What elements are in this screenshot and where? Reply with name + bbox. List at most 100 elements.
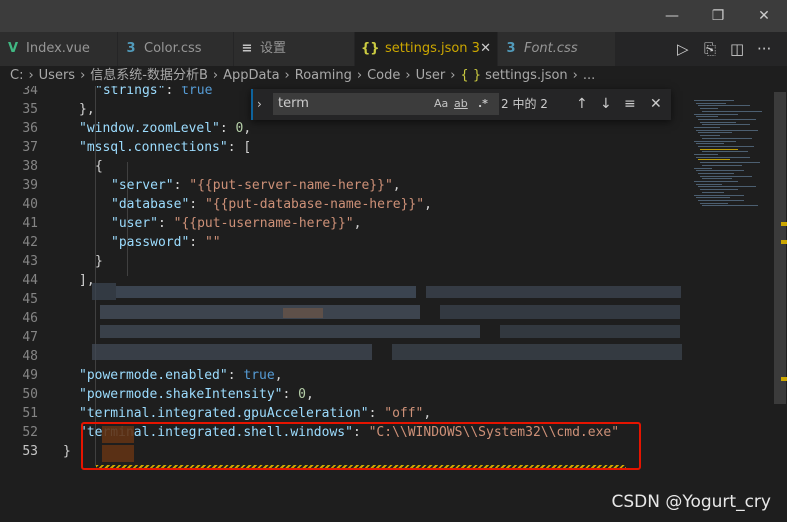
minimap-line	[696, 197, 730, 199]
blurred-content	[92, 344, 372, 360]
match-case-icon[interactable]: Aa	[434, 93, 448, 115]
minimap-line	[694, 140, 736, 142]
line-number: 43	[22, 254, 38, 269]
chevron-right-icon: ›	[212, 68, 219, 83]
chevron-right-icon: ›	[284, 68, 290, 83]
code-text: "terminal.integrated.gpuAcceleration": "…	[79, 406, 432, 421]
breadcrumb-item[interactable]: ...	[583, 68, 595, 83]
vue-icon: V	[7, 41, 19, 56]
scrollbar-thumb[interactable]	[774, 92, 786, 404]
line-number: 45	[22, 292, 38, 307]
scroll-marker	[781, 240, 787, 244]
minimap-line	[694, 100, 734, 101]
tab-index-vue[interactable]: V Index.vue	[0, 32, 118, 66]
breadcrumb-item[interactable]: Roaming	[295, 68, 352, 83]
breadcrumb: C: › Users › 信息系统-数据分析B › AppData › Roaming › Code…	[0, 66, 787, 86]
maximize-button[interactable]: ❐	[695, 0, 741, 32]
toggle-replace-icon[interactable]: ›	[257, 89, 262, 120]
minimap-line	[696, 143, 724, 145]
breadcrumb-item[interactable]: C:	[10, 68, 23, 83]
line-number: 51	[22, 406, 38, 421]
close-find-icon[interactable]: ✕	[650, 89, 662, 120]
next-match-icon[interactable]: ↓	[600, 89, 612, 120]
minimap-line	[698, 159, 730, 161]
chevron-right-icon: ›	[356, 68, 363, 83]
tab-settings-json[interactable]: {} settings.json 3 ✕	[355, 32, 498, 66]
breadcrumb-item[interactable]: Code	[367, 68, 400, 83]
split-editor-icon[interactable]: ◫	[730, 32, 744, 66]
watermark: CSDN @Yogurt_cry	[611, 492, 771, 512]
code-line[interactable]: 40 "database": "{{put-database-name-here}…	[0, 195, 690, 214]
breadcrumb-item[interactable]: User	[416, 68, 446, 83]
minimap-line	[700, 121, 736, 123]
code-line[interactable]: 39 "server": "{{put-server-name-here}}",	[0, 176, 690, 195]
breadcrumb-item[interactable]: 信息系统-数据分析B	[90, 68, 208, 83]
tab-bar: V Index.vue 3 Color.css ≡ 设置 {} settings.jso…	[0, 32, 787, 66]
code-text: "strings": true	[95, 86, 213, 98]
whole-word-icon[interactable]: ab	[454, 93, 468, 115]
breadcrumb-item[interactable]: Users	[39, 68, 75, 83]
json-icon: { }	[460, 68, 482, 83]
code-line[interactable]: 51 "terminal.integrated.gpuAcceleration":…	[0, 404, 690, 423]
minimap[interactable]	[690, 86, 774, 522]
code-text: "password": ""	[111, 235, 221, 250]
code-text: }	[95, 254, 103, 269]
breadcrumb-item[interactable]: AppData	[223, 68, 279, 83]
breadcrumb-item[interactable]: settings.json	[485, 68, 568, 83]
code-line[interactable]: 43}	[0, 252, 690, 271]
open-changes-icon[interactable]: ⎘	[704, 32, 716, 66]
minimap-line	[698, 105, 750, 107]
minimap-line	[694, 167, 712, 169]
run-icon[interactable]: ▷	[677, 32, 689, 66]
code-line[interactable]: 36 "window.zoomLevel": 0,	[0, 119, 690, 138]
minimap-line	[696, 116, 718, 118]
blurred-content	[283, 308, 323, 318]
find-in-selection-icon[interactable]: ≡	[624, 89, 636, 120]
code-text: {	[95, 159, 103, 174]
minimap-line	[700, 148, 738, 150]
code-line[interactable]: 49 "powermode.enabled": true,	[0, 366, 690, 385]
line-number: 41	[22, 216, 38, 231]
minimap-line	[698, 172, 734, 174]
blurred-content	[392, 344, 682, 360]
minimap-line	[702, 191, 724, 193]
minimap-line	[700, 108, 718, 110]
file-icon: ≡	[241, 41, 253, 56]
code-line[interactable]: 50 "powermode.shakeIntensity": 0,	[0, 385, 690, 404]
close-window-button[interactable]: ✕	[741, 0, 787, 32]
tab-settings-ui[interactable]: ≡ 设置	[234, 32, 355, 66]
code-line[interactable]: 38 {	[0, 157, 690, 176]
line-number: 53	[22, 444, 38, 459]
minimap-line	[698, 145, 754, 147]
json-icon: {}	[361, 41, 380, 56]
match-count: 2 中的 2	[501, 97, 548, 111]
line-number: 50	[22, 387, 38, 402]
minimap-line	[698, 132, 732, 134]
regex-icon[interactable]: .*	[478, 93, 488, 115]
blurred-content	[440, 305, 680, 319]
previous-match-icon[interactable]: ↑	[576, 89, 588, 120]
more-actions-icon[interactable]: ···	[757, 32, 771, 66]
line-number: 37	[22, 140, 38, 155]
chevron-right-icon: ›	[405, 68, 411, 83]
chevron-right-icon: ›	[80, 68, 86, 83]
minimize-button[interactable]: —	[649, 0, 695, 32]
minimap-line	[700, 189, 738, 191]
minimap-line	[702, 178, 732, 180]
minimap-line	[702, 124, 750, 126]
code-line[interactable]: 37 "mssql.connections": [	[0, 138, 690, 157]
minimap-line	[696, 170, 744, 172]
find-widget: › term Aa ab .* 2 中的 2 ↑ ↓ ≡ ✕	[251, 89, 671, 120]
tab-font-css[interactable]: 3 Font.css	[498, 32, 616, 66]
line-number: 42	[22, 235, 38, 250]
minimap-line	[694, 113, 738, 115]
code-line[interactable]: 41 "user": "{{put-username-here}}",	[0, 214, 690, 233]
minimap-line	[702, 151, 748, 153]
tab-color-css[interactable]: 3 Color.css	[118, 32, 234, 66]
chevron-right-icon: ›	[450, 68, 456, 83]
line-number: 34	[22, 86, 38, 98]
line-number: 46	[22, 311, 38, 326]
code-line[interactable]: 42 "password": ""	[0, 233, 690, 252]
close-tab-icon[interactable]: ✕	[480, 32, 491, 66]
tab-label: Color.css	[144, 41, 202, 56]
